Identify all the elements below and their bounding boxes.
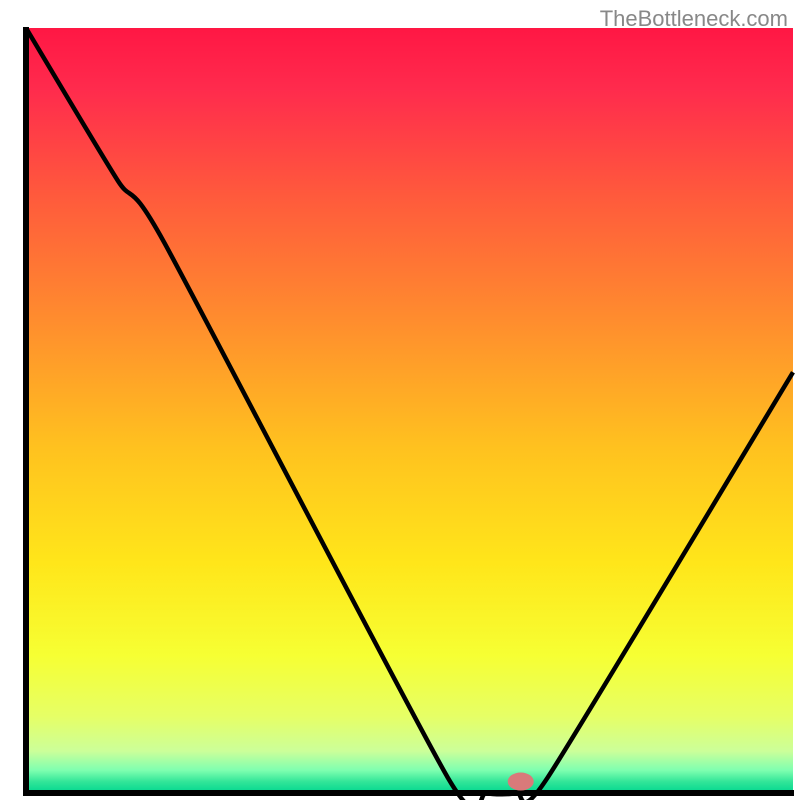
chart-container: { "watermark": "TheBottleneck.com", "cha…: [0, 0, 800, 800]
bottleneck-chart: [0, 0, 800, 800]
plot-background: [26, 28, 793, 793]
watermark-text: TheBottleneck.com: [600, 6, 788, 32]
optimal-marker: [508, 773, 534, 791]
